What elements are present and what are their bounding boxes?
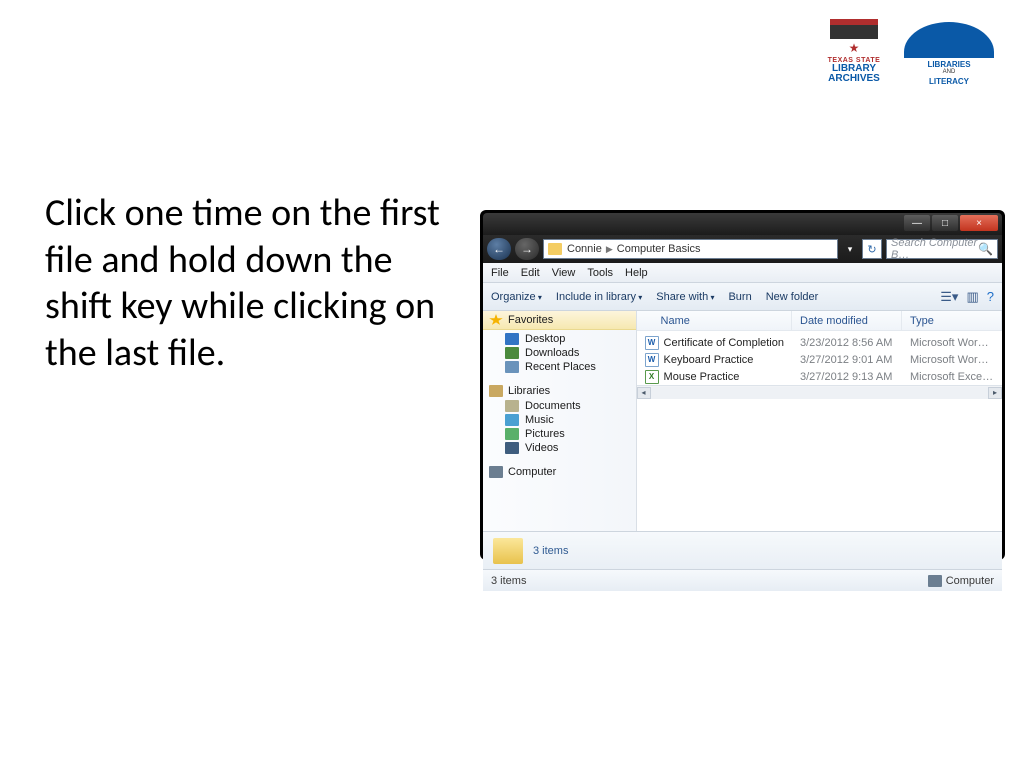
navigation-pane: Favorites Desktop Downloads Recent Place… (483, 311, 637, 531)
menu-edit[interactable]: Edit (521, 267, 540, 279)
menu-file[interactable]: File (491, 267, 509, 279)
menu-help[interactable]: Help (625, 267, 648, 279)
music-icon (505, 414, 519, 426)
file-icon (645, 353, 659, 367)
folder-icon (493, 538, 523, 564)
forward-button[interactable]: → (515, 238, 539, 260)
instruction-text: Click one time on the first file and hol… (45, 190, 445, 377)
nav-libraries[interactable]: Libraries (489, 383, 630, 399)
breadcrumb-seg[interactable]: Computer Basics (616, 243, 702, 255)
organize-button[interactable]: Organize (491, 291, 542, 303)
menu-tools[interactable]: Tools (587, 267, 613, 279)
include-in-library-button[interactable]: Include in library (556, 291, 642, 303)
file-type: Microsoft Word D… (902, 354, 1002, 366)
status-item-count: 3 items (491, 575, 526, 587)
nav-desktop[interactable]: Desktop (489, 332, 630, 346)
file-row[interactable]: Mouse Practice 3/27/2012 9:13 AMMicrosoft… (637, 368, 1002, 385)
preview-pane-icon[interactable]: ▥ (966, 289, 978, 305)
scroll-left-icon[interactable]: ◂ (637, 387, 651, 399)
horizontal-scrollbar[interactable]: ◂ ▸ (637, 385, 1002, 399)
view-mode-icon[interactable]: ☰▾ (940, 289, 958, 305)
nav-documents[interactable]: Documents (489, 399, 630, 413)
nav-downloads[interactable]: Downloads (489, 346, 630, 360)
nav-computer[interactable]: Computer (489, 464, 630, 480)
nav-pictures[interactable]: Pictures (489, 427, 630, 441)
file-type: Microsoft Excel W… (902, 371, 1002, 383)
file-name: Keyboard Practice (664, 354, 754, 366)
file-icon (645, 336, 659, 350)
search-input[interactable]: Search Computer B… 🔍 (886, 239, 998, 259)
menu-view[interactable]: View (552, 267, 576, 279)
address-bar[interactable]: Connie ▶ Computer Basics (543, 239, 838, 259)
scroll-right-icon[interactable]: ▸ (988, 387, 1002, 399)
star-icon (489, 314, 503, 326)
libraries-literacy-logo: LIBRARIES AND LITERACY (904, 22, 994, 86)
documents-icon (505, 400, 519, 412)
col-date[interactable]: Date modified (792, 311, 902, 330)
col-type[interactable]: Type (902, 311, 1002, 330)
breadcrumb-sep-icon: ▶ (603, 244, 616, 255)
videos-icon (505, 442, 519, 454)
nav-music[interactable]: Music (489, 413, 630, 427)
file-date: 3/23/2012 8:56 AM (792, 337, 902, 349)
file-name: Mouse Practice (664, 371, 740, 383)
back-button[interactable]: ← (487, 238, 511, 260)
desktop-icon (505, 333, 519, 345)
library-archives-logo: ★ TEXAS STATE LIBRARY ARCHIVES (824, 25, 884, 84)
libraries-icon (489, 385, 503, 397)
status-location: Computer (928, 575, 994, 587)
share-with-button[interactable]: Share with (656, 291, 714, 303)
file-list: Name Date modified Type Certificate of C… (637, 311, 1002, 531)
recent-icon (505, 361, 519, 373)
col-name[interactable]: Name (637, 311, 792, 330)
file-row[interactable]: Keyboard Practice 3/27/2012 9:01 AMMicros… (637, 351, 1002, 368)
minimize-button[interactable]: — (904, 215, 930, 231)
address-dropdown-icon[interactable]: ▾ (842, 244, 858, 255)
file-type: Microsoft Word D… (902, 337, 1002, 349)
downloads-icon (505, 347, 519, 359)
nav-videos[interactable]: Videos (489, 441, 630, 455)
computer-icon (928, 575, 942, 587)
toolbar: Organize Include in library Share with B… (483, 283, 1002, 311)
explorer-window: — □ × ← → Connie ▶ Computer Basics ▾ ↻ S… (480, 210, 1005, 560)
search-placeholder: Search Computer B… (891, 237, 978, 261)
status-bar: 3 items Computer (483, 569, 1002, 591)
help-icon[interactable]: ? (987, 289, 994, 304)
menu-bar: File Edit View Tools Help (483, 263, 1002, 283)
file-icon (645, 370, 659, 384)
refresh-button[interactable]: ↻ (862, 239, 882, 259)
column-headers: Name Date modified Type (637, 311, 1002, 331)
titlebar[interactable]: — □ × (483, 213, 1002, 235)
close-button[interactable]: × (960, 215, 998, 231)
file-row[interactable]: Certificate of Completion 3/23/2012 8:56 … (637, 334, 1002, 351)
details-pane: 3 items (483, 531, 1002, 569)
details-text: 3 items (533, 545, 568, 557)
search-icon: 🔍 (978, 242, 993, 256)
pictures-icon (505, 428, 519, 440)
file-date: 3/27/2012 9:01 AM (792, 354, 902, 366)
computer-icon (489, 466, 503, 478)
file-name: Certificate of Completion (664, 337, 784, 349)
folder-icon (548, 243, 562, 255)
header-logos: ★ TEXAS STATE LIBRARY ARCHIVES LIBRARIES… (824, 22, 994, 86)
nav-favorites[interactable]: Favorites (483, 311, 636, 330)
new-folder-button[interactable]: New folder (766, 291, 819, 303)
nav-recent[interactable]: Recent Places (489, 360, 630, 374)
nav-bar: ← → Connie ▶ Computer Basics ▾ ↻ Search … (483, 235, 1002, 263)
file-date: 3/27/2012 9:13 AM (792, 371, 902, 383)
breadcrumb-seg[interactable]: Connie (566, 243, 603, 255)
burn-button[interactable]: Burn (728, 291, 751, 303)
maximize-button[interactable]: □ (932, 215, 958, 231)
